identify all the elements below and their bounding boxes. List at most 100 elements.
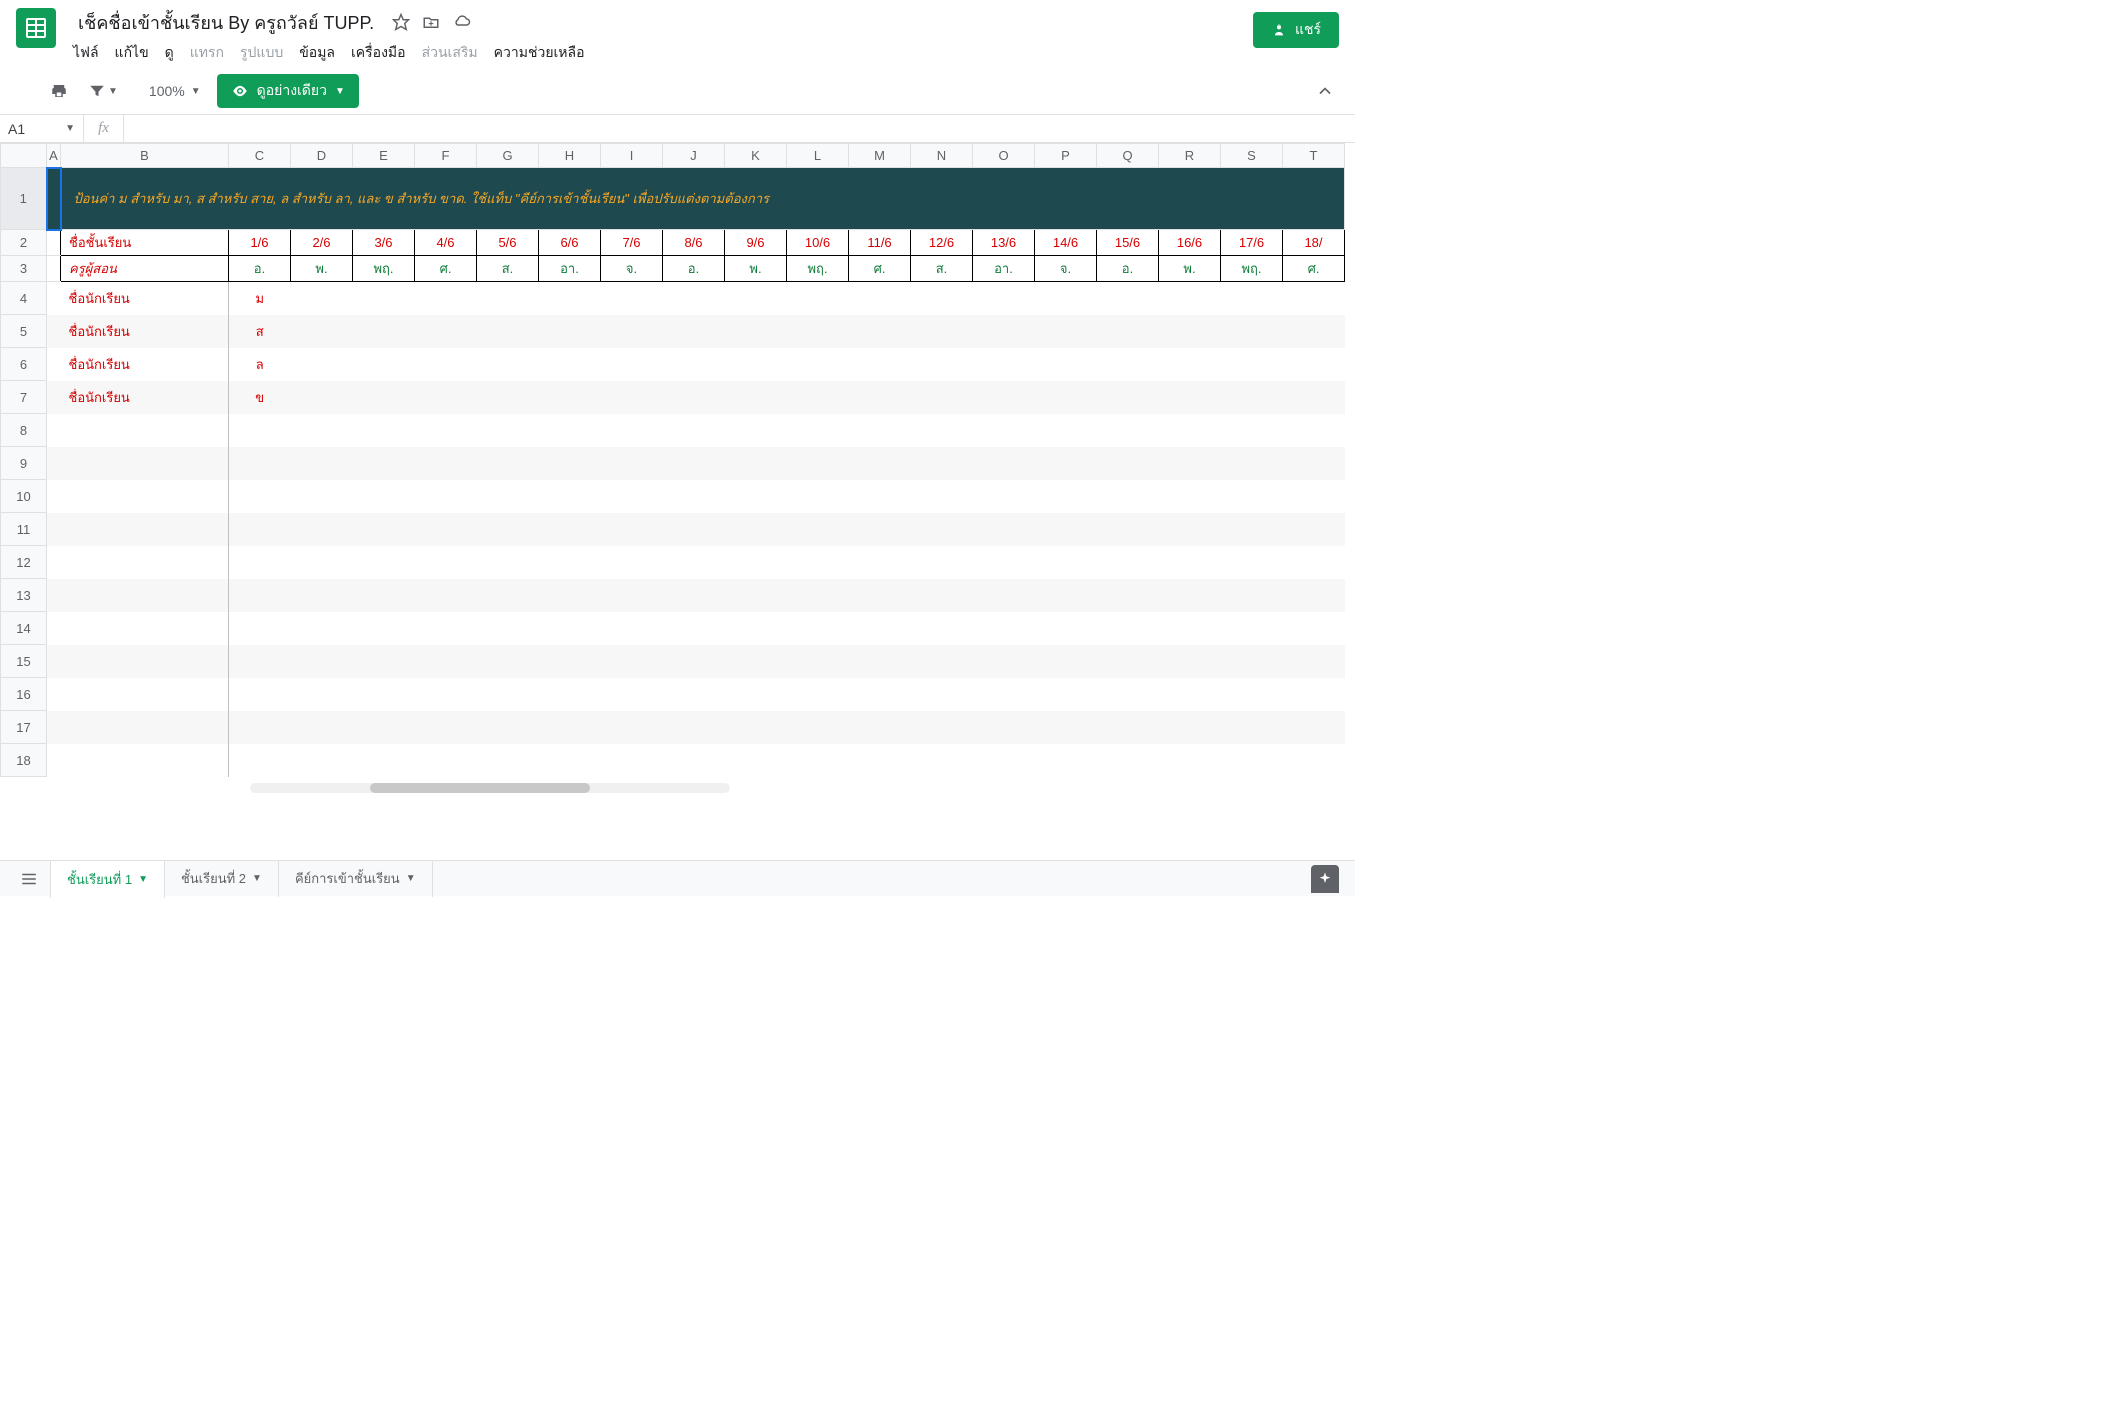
col-header-H[interactable]: H: [539, 144, 601, 168]
col-header-A[interactable]: A: [47, 144, 61, 168]
att-cell-5-16[interactable]: [1221, 315, 1283, 348]
att-cell-5-C[interactable]: ส: [229, 315, 291, 348]
row-header-18[interactable]: 18: [1, 744, 47, 777]
row-header-17[interactable]: 17: [1, 711, 47, 744]
att-cell-5-1[interactable]: [291, 315, 353, 348]
att-cell-6-11[interactable]: [911, 348, 973, 381]
col-header-G[interactable]: G: [477, 144, 539, 168]
att-cell-7-2[interactable]: [353, 381, 415, 414]
menu-view[interactable]: ดู: [158, 38, 181, 68]
att-cell-5-3[interactable]: [415, 315, 477, 348]
att-cell-7-10[interactable]: [849, 381, 911, 414]
att-cell-7-16[interactable]: [1221, 381, 1283, 414]
att-cell-5-14[interactable]: [1097, 315, 1159, 348]
col-header-T[interactable]: T: [1283, 144, 1345, 168]
student-name-6[interactable]: ชื่อนักเรียน: [61, 348, 229, 381]
all-sheets-icon[interactable]: [8, 862, 50, 896]
day-cell-4[interactable]: ส.: [477, 256, 539, 282]
instruction-banner[interactable]: ป้อนค่า ม สำหรับ มา, ส สำหรับ สาย, ล สำห…: [61, 168, 1345, 230]
att-cell-5-8[interactable]: [725, 315, 787, 348]
day-cell-1[interactable]: พ.: [291, 256, 353, 282]
att-cell-4-9[interactable]: [787, 282, 849, 315]
day-cell-16[interactable]: พฤ.: [1221, 256, 1283, 282]
menu-addons[interactable]: ส่วนเสริม: [415, 38, 485, 68]
att-cell-5-5[interactable]: [539, 315, 601, 348]
col-header-L[interactable]: L: [787, 144, 849, 168]
att-cell-6-17[interactable]: [1283, 348, 1345, 381]
name-box[interactable]: A1▼: [0, 115, 84, 142]
row-header-3[interactable]: 3: [1, 256, 47, 282]
att-cell-7-8[interactable]: [725, 381, 787, 414]
col-header-K[interactable]: K: [725, 144, 787, 168]
student-name-5[interactable]: ชื่อนักเรียน: [61, 315, 229, 348]
row-header-10[interactable]: 10: [1, 480, 47, 513]
att-cell-4-1[interactable]: [291, 282, 353, 315]
horizontal-scrollbar[interactable]: [250, 783, 730, 793]
cloud-icon[interactable]: [452, 13, 472, 31]
row-header-9[interactable]: 9: [1, 447, 47, 480]
date-cell-12[interactable]: 13/6: [973, 230, 1035, 256]
row-header-13[interactable]: 13: [1, 579, 47, 612]
row-header-6[interactable]: 6: [1, 348, 47, 381]
date-cell-7[interactable]: 8/6: [663, 230, 725, 256]
row-header-8[interactable]: 8: [1, 414, 47, 447]
att-cell-7-13[interactable]: [1035, 381, 1097, 414]
att-cell-5-9[interactable]: [787, 315, 849, 348]
menu-insert[interactable]: แทรก: [183, 38, 231, 68]
att-cell-7-11[interactable]: [911, 381, 973, 414]
document-title[interactable]: เช็คชื่อเข้าชั้นเรียน By ครูถวัลย์ TUPP.: [72, 6, 380, 39]
date-cell-3[interactable]: 4/6: [415, 230, 477, 256]
att-cell-6-16[interactable]: [1221, 348, 1283, 381]
att-cell-5-11[interactable]: [911, 315, 973, 348]
col-header-J[interactable]: J: [663, 144, 725, 168]
date-cell-8[interactable]: 9/6: [725, 230, 787, 256]
att-cell-7-17[interactable]: [1283, 381, 1345, 414]
date-cell-16[interactable]: 17/6: [1221, 230, 1283, 256]
menu-data[interactable]: ข้อมูล: [292, 38, 342, 68]
view-only-button[interactable]: ดูอย่างเดียว ▼: [217, 74, 359, 108]
menu-help[interactable]: ความช่วยเหลือ: [487, 38, 592, 68]
att-cell-4-C[interactable]: ม: [229, 282, 291, 315]
att-cell-7-C[interactable]: ข: [229, 381, 291, 414]
col-header-O[interactable]: O: [973, 144, 1035, 168]
att-cell-6-10[interactable]: [849, 348, 911, 381]
row-header-11[interactable]: 11: [1, 513, 47, 546]
day-cell-11[interactable]: ส.: [911, 256, 973, 282]
day-cell-9[interactable]: พฤ.: [787, 256, 849, 282]
att-cell-6-14[interactable]: [1097, 348, 1159, 381]
row-header-4[interactable]: 4: [1, 282, 47, 315]
col-header-I[interactable]: I: [601, 144, 663, 168]
student-name-7[interactable]: ชื่อนักเรียน: [61, 381, 229, 414]
att-cell-4-3[interactable]: [415, 282, 477, 315]
share-button[interactable]: แชร์: [1253, 12, 1339, 48]
day-cell-10[interactable]: ศ.: [849, 256, 911, 282]
zoom-selector[interactable]: 100%▼: [141, 79, 209, 103]
att-cell-4-12[interactable]: [973, 282, 1035, 315]
date-cell-4[interactable]: 5/6: [477, 230, 539, 256]
att-cell-6-8[interactable]: [725, 348, 787, 381]
att-cell-5-15[interactable]: [1159, 315, 1221, 348]
att-cell-5-6[interactable]: [601, 315, 663, 348]
att-cell-6-7[interactable]: [663, 348, 725, 381]
student-name-4[interactable]: ชื่อนักเรียน: [61, 282, 229, 315]
day-cell-8[interactable]: พ.: [725, 256, 787, 282]
att-cell-4-2[interactable]: [353, 282, 415, 315]
att-cell-4-4[interactable]: [477, 282, 539, 315]
date-cell-0[interactable]: 1/6: [229, 230, 291, 256]
att-cell-6-6[interactable]: [601, 348, 663, 381]
collapse-icon[interactable]: [1311, 77, 1339, 105]
day-cell-3[interactable]: ศ.: [415, 256, 477, 282]
att-cell-4-15[interactable]: [1159, 282, 1221, 315]
print-icon[interactable]: [44, 78, 74, 104]
row-header-1[interactable]: 1: [1, 168, 47, 230]
att-cell-6-3[interactable]: [415, 348, 477, 381]
sheet-tab-1[interactable]: ชั้นเรียนที่ 1▼: [50, 860, 165, 898]
formula-bar[interactable]: [124, 115, 1355, 142]
att-cell-7-6[interactable]: [601, 381, 663, 414]
day-cell-6[interactable]: จ.: [601, 256, 663, 282]
att-cell-7-7[interactable]: [663, 381, 725, 414]
row-header-12[interactable]: 12: [1, 546, 47, 579]
date-cell-14[interactable]: 15/6: [1097, 230, 1159, 256]
col-header-S[interactable]: S: [1221, 144, 1283, 168]
menu-edit[interactable]: แก้ไข: [108, 38, 156, 68]
